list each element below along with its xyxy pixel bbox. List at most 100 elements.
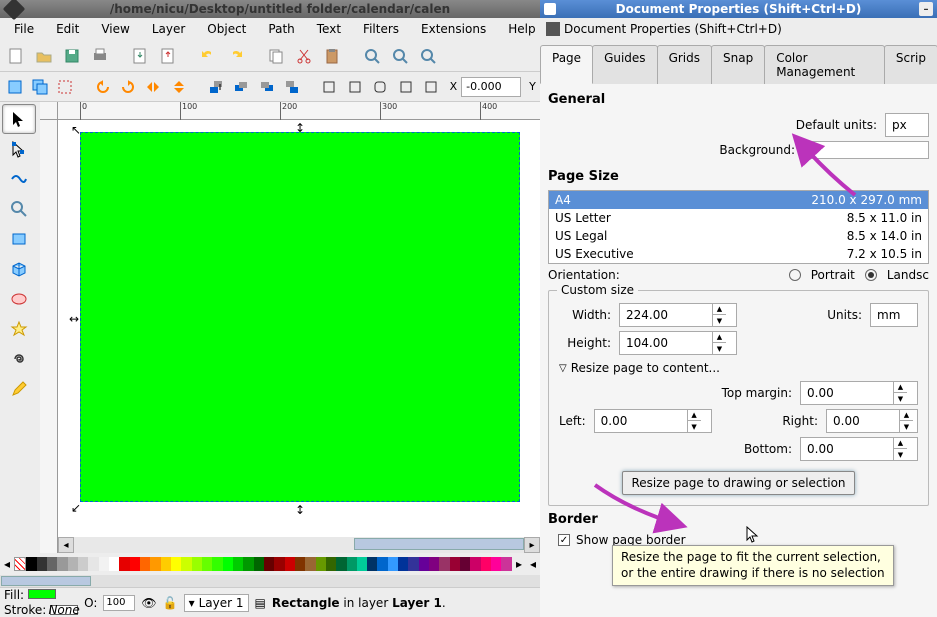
color-swatch[interactable]	[429, 557, 439, 571]
undo-button[interactable]	[196, 44, 220, 68]
color-swatch[interactable]	[181, 557, 191, 571]
selector-tool[interactable]	[2, 104, 36, 134]
color-swatch[interactable]	[285, 557, 295, 571]
color-swatch[interactable]	[161, 557, 171, 571]
color-swatch[interactable]	[295, 557, 305, 571]
landscape-label[interactable]: Landsc	[887, 268, 929, 282]
background-color-button[interactable]	[809, 141, 929, 159]
fill-indicator[interactable]	[28, 589, 56, 599]
deselect-button[interactable]	[55, 76, 76, 98]
color-swatch[interactable]	[398, 557, 408, 571]
resize-page-button[interactable]: Resize page to drawing or selection	[622, 471, 854, 495]
cut-button[interactable]	[292, 44, 316, 68]
node-tool[interactable]	[2, 134, 36, 164]
menu-path[interactable]: Path	[258, 20, 304, 38]
size-units-combo[interactable]: mm	[870, 303, 918, 327]
visibility-toggle-icon[interactable]: 👁	[141, 596, 156, 610]
select-all-button[interactable]	[4, 76, 25, 98]
color-swatch[interactable]	[501, 557, 511, 571]
tab-color-management[interactable]: Color Management	[764, 45, 885, 84]
menu-file[interactable]: File	[4, 20, 44, 38]
affect-move-button[interactable]	[319, 76, 340, 98]
import-button[interactable]	[128, 44, 152, 68]
menu-filters[interactable]: Filters	[353, 20, 409, 38]
menu-view[interactable]: View	[91, 20, 139, 38]
selection-handle-sw[interactable]: ↙	[71, 501, 81, 511]
page-size-list[interactable]: A4210.0 x 297.0 mm US Letter8.5 x 11.0 i…	[548, 190, 929, 264]
tweak-tool[interactable]	[2, 164, 36, 194]
color-swatch[interactable]	[254, 557, 264, 571]
layer-selector[interactable]: ▾Layer 1	[184, 594, 249, 612]
width-spin-down[interactable]: ▼	[712, 315, 726, 326]
dialog-titlebar[interactable]: Document Properties (Shift+Ctrl+D) –	[540, 0, 937, 18]
menu-edit[interactable]: Edit	[46, 20, 89, 38]
tab-page[interactable]: Page	[540, 45, 593, 84]
tab-guides[interactable]: Guides	[592, 45, 658, 84]
pencil-tool[interactable]	[2, 374, 36, 404]
copy-button[interactable]	[264, 44, 288, 68]
bottom-margin-input[interactable]: ▲▼	[800, 437, 918, 461]
3dbox-tool[interactable]	[2, 254, 36, 284]
selection-handle-w[interactable]: ↔	[69, 312, 79, 322]
resize-to-content-expander[interactable]: ▽ Resize page to content...	[559, 361, 918, 375]
tab-snap[interactable]: Snap	[711, 45, 765, 84]
width-input[interactable]: ▲▼	[619, 303, 737, 327]
color-swatch[interactable]	[439, 557, 449, 571]
color-swatch[interactable]	[388, 557, 398, 571]
ruler-horizontal[interactable]: 0 100 200 300 400	[58, 102, 540, 120]
page-rectangle[interactable]: ↖ ↕ ↔ ↙ ↕	[80, 132, 520, 502]
right-margin-input[interactable]: ▲▼	[826, 409, 918, 433]
height-spin-up[interactable]: ▲	[712, 332, 726, 343]
color-swatch[interactable]	[408, 557, 418, 571]
select-all-layers-button[interactable]	[29, 76, 50, 98]
affect-corners-button[interactable]	[369, 76, 390, 98]
color-swatch[interactable]	[88, 557, 98, 571]
zoom-tool[interactable]	[2, 194, 36, 224]
color-swatch[interactable]	[119, 557, 129, 571]
color-swatch[interactable]	[450, 557, 460, 571]
menu-help[interactable]: Help	[498, 20, 545, 38]
color-swatch[interactable]	[316, 557, 326, 571]
color-swatch[interactable]	[326, 557, 336, 571]
color-swatch[interactable]	[150, 557, 160, 571]
raise-top-button[interactable]	[205, 76, 226, 98]
flip-v-button[interactable]	[168, 76, 189, 98]
lock-toggle-icon[interactable]: 🔓	[163, 596, 178, 610]
color-swatch[interactable]	[243, 557, 253, 571]
affect-scale-button[interactable]	[344, 76, 365, 98]
landscape-radio[interactable]	[865, 269, 877, 281]
lower-bottom-button[interactable]	[281, 76, 302, 98]
color-swatch[interactable]	[78, 557, 88, 571]
spiral-tool[interactable]	[2, 344, 36, 374]
size-row-a4[interactable]: A4210.0 x 297.0 mm	[549, 191, 928, 209]
color-swatch[interactable]	[336, 557, 346, 571]
zoom-page-button[interactable]	[416, 44, 440, 68]
rotate-ccw-button[interactable]	[92, 76, 113, 98]
tab-grids[interactable]: Grids	[657, 45, 712, 84]
color-swatch[interactable]	[37, 557, 47, 571]
color-swatch[interactable]	[68, 557, 78, 571]
selection-handle-s[interactable]: ↕	[295, 503, 305, 513]
selection-handle-n[interactable]: ↕	[295, 121, 305, 131]
left-margin-input[interactable]: ▲▼	[594, 409, 712, 433]
raise-button[interactable]	[231, 76, 252, 98]
color-swatch[interactable]	[305, 557, 315, 571]
color-swatch[interactable]	[192, 557, 202, 571]
width-spin-up[interactable]: ▲	[712, 304, 726, 315]
color-swatch[interactable]	[47, 557, 57, 571]
color-swatch[interactable]	[367, 557, 377, 571]
color-swatch[interactable]	[470, 557, 480, 571]
color-swatch[interactable]	[357, 557, 367, 571]
palette-scroll-thumb[interactable]	[1, 576, 91, 586]
portrait-radio[interactable]	[789, 269, 801, 281]
color-swatch[interactable]	[460, 557, 470, 571]
color-swatch[interactable]	[491, 557, 501, 571]
canvas[interactable]: ↖ ↕ ↔ ↙ ↕	[58, 120, 540, 537]
portrait-label[interactable]: Portrait	[811, 268, 855, 282]
palette-left-button[interactable]: ◂	[0, 557, 14, 571]
color-swatch[interactable]	[109, 557, 119, 571]
color-swatch[interactable]	[419, 557, 429, 571]
color-swatch[interactable]	[377, 557, 387, 571]
palette-menu-button[interactable]: ◂	[526, 557, 540, 571]
open-button[interactable]	[32, 44, 56, 68]
